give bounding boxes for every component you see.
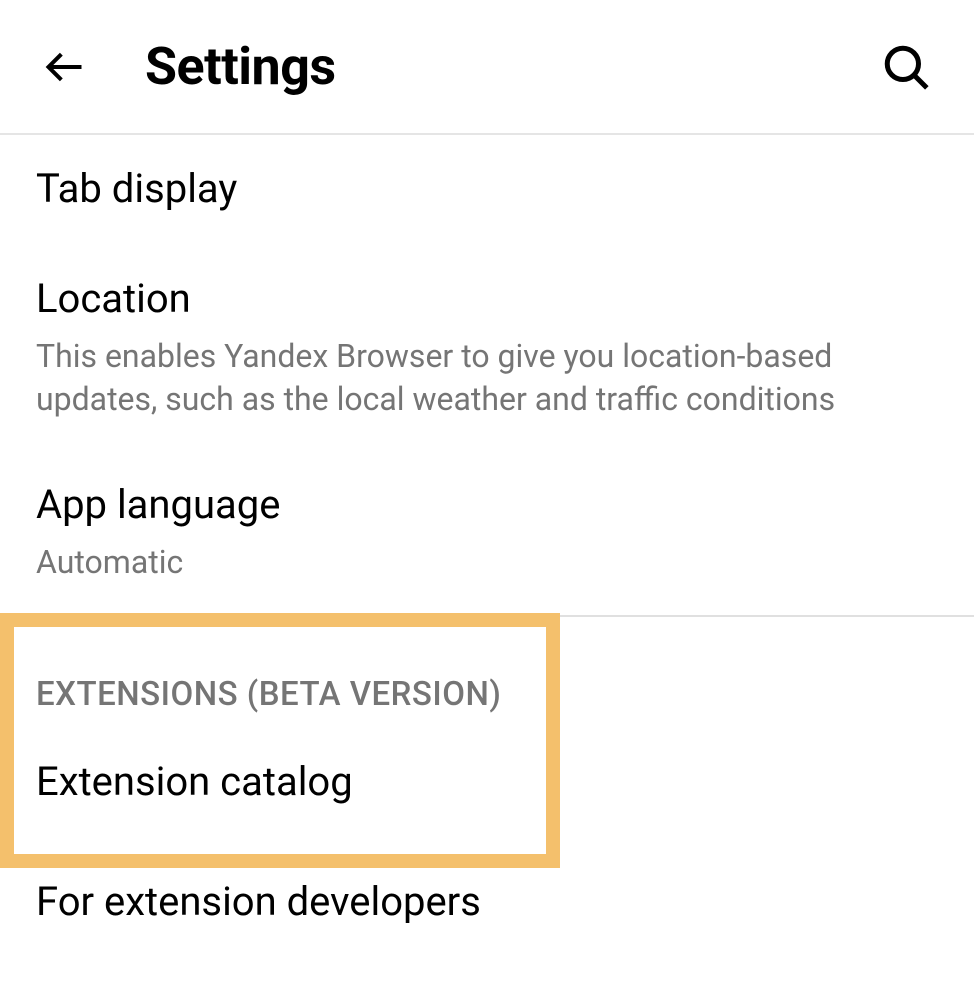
setting-app-language[interactable]: App language Automatic [0, 451, 974, 614]
setting-title: Extension catalog [36, 756, 524, 808]
setting-extension-catalog[interactable]: Extension catalog [14, 736, 546, 854]
setting-location[interactable]: Location This enables Yandex Browser to … [0, 245, 974, 451]
setting-title: Location [36, 273, 938, 325]
page-title: Settings [145, 36, 336, 97]
settings-content: Tab display Location This enables Yandex… [0, 135, 974, 956]
setting-title: App language [36, 479, 938, 531]
section-header-extensions: EXTENSIONS (BETA VERSION) [14, 627, 546, 736]
search-icon [881, 42, 931, 92]
search-button[interactable] [878, 39, 934, 95]
header-bar: Settings [0, 0, 974, 135]
divider: EXTENSIONS (BETA VERSION) Extension cata… [0, 615, 974, 872]
setting-description: This enables Yandex Browser to give you … [36, 335, 938, 421]
arrow-left-icon [43, 45, 87, 89]
setting-for-developers[interactable]: For extension developers [0, 872, 974, 956]
back-button[interactable] [40, 42, 90, 92]
setting-title: Tab display [36, 163, 938, 215]
setting-tab-display[interactable]: Tab display [0, 135, 974, 245]
setting-value: Automatic [36, 541, 938, 584]
setting-title: For extension developers [36, 876, 938, 928]
highlight-annotation: EXTENSIONS (BETA VERSION) Extension cata… [0, 613, 560, 868]
